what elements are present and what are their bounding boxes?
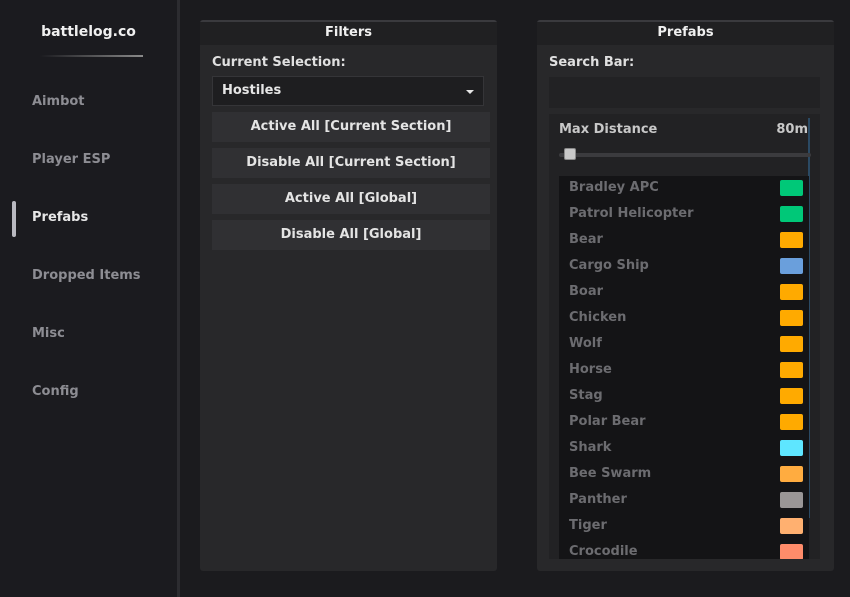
list-item[interactable]: Polar Bear: [559, 410, 809, 436]
color-swatch[interactable]: [780, 518, 803, 534]
brand-underline: [40, 55, 143, 57]
color-swatch[interactable]: [780, 284, 803, 300]
list-item[interactable]: Horse: [559, 358, 809, 384]
color-swatch[interactable]: [780, 258, 803, 274]
search-bar-label: Search Bar:: [549, 55, 635, 70]
sidebar-item-prefabs[interactable]: Prefabs: [32, 210, 172, 225]
filters-panel-title: Filters: [200, 20, 497, 45]
color-swatch[interactable]: [780, 492, 803, 508]
prefab-name: Shark: [569, 440, 612, 455]
prefab-name: Polar Bear: [569, 414, 646, 429]
app-window: battlelog.co Aimbot Player ESP Prefabs D…: [0, 0, 850, 597]
list-item[interactable]: Wolf: [559, 332, 809, 358]
prefab-name: Cargo Ship: [569, 258, 649, 273]
search-input[interactable]: [549, 77, 820, 108]
active-all-current-section-button[interactable]: Active All [Current Section]: [212, 112, 490, 142]
list-item[interactable]: Patrol Helicopter: [559, 202, 809, 228]
color-swatch[interactable]: [780, 180, 803, 196]
prefab-name: Crocodile: [569, 544, 638, 559]
sidebar-item-player-esp[interactable]: Player ESP: [32, 152, 172, 167]
chevron-down-icon: [466, 90, 474, 94]
list-item[interactable]: Crocodile: [559, 540, 809, 559]
color-swatch[interactable]: [780, 388, 803, 404]
slider-handle[interactable]: [564, 148, 576, 160]
sidebar-item-dropped-items[interactable]: Dropped Items: [32, 268, 172, 283]
sidebar-item-misc[interactable]: Misc: [32, 326, 172, 341]
current-selection-value: Hostiles: [222, 83, 282, 98]
list-item[interactable]: Boar: [559, 280, 809, 306]
sidebar: battlelog.co Aimbot Player ESP Prefabs D…: [0, 0, 177, 597]
max-distance-slider[interactable]: [559, 148, 811, 160]
disable-all-global-button[interactable]: Disable All [Global]: [212, 220, 490, 250]
disable-all-current-section-button[interactable]: Disable All [Current Section]: [212, 148, 490, 178]
active-all-global-button[interactable]: Active All [Global]: [212, 184, 490, 214]
prefab-name: Horse: [569, 362, 612, 377]
prefab-name: Patrol Helicopter: [569, 206, 694, 221]
list-item[interactable]: Bradley APC: [559, 176, 809, 202]
prefab-name: Stag: [569, 388, 603, 403]
filters-panel: Filters Current Selection: Hostiles Acti…: [200, 20, 497, 571]
prefab-name: Bee Swarm: [569, 466, 652, 481]
sidebar-item-config[interactable]: Config: [32, 384, 172, 399]
color-swatch[interactable]: [780, 414, 803, 430]
prefabs-panel-title: Prefabs: [537, 20, 834, 45]
color-swatch[interactable]: [780, 544, 803, 559]
brand-logo: battlelog.co: [41, 24, 136, 40]
prefab-name: Panther: [569, 492, 627, 507]
prefab-name: Bear: [569, 232, 603, 247]
sidebar-item-aimbot[interactable]: Aimbot: [32, 94, 172, 109]
max-distance-value: 80m: [776, 122, 808, 137]
prefab-list: Bradley APC Patrol Helicopter Bear Cargo Sh…: [559, 176, 809, 559]
color-swatch[interactable]: [780, 440, 803, 456]
list-item[interactable]: Stag: [559, 384, 809, 410]
active-nav-indicator: [12, 201, 16, 237]
current-selection-dropdown[interactable]: Hostiles: [212, 76, 484, 106]
color-swatch[interactable]: [780, 466, 803, 482]
sidebar-divider: [177, 0, 180, 597]
current-selection-label: Current Selection:: [212, 55, 346, 70]
color-swatch[interactable]: [780, 336, 803, 352]
prefabs-panel: Prefabs Search Bar: Max Distance 80m Bra…: [537, 20, 834, 571]
prefab-name: Wolf: [569, 336, 602, 351]
max-distance-section: Max Distance 80m Bradley APC Patrol Helic…: [549, 114, 820, 559]
color-swatch[interactable]: [780, 362, 803, 378]
prefab-name: Bradley APC: [569, 180, 659, 195]
list-item[interactable]: Shark: [559, 436, 809, 462]
list-item[interactable]: Tiger: [559, 514, 809, 540]
list-item[interactable]: Bee Swarm: [559, 462, 809, 488]
list-item[interactable]: Bear: [559, 228, 809, 254]
list-item[interactable]: Cargo Ship: [559, 254, 809, 280]
prefab-name: Tiger: [569, 518, 607, 533]
color-swatch[interactable]: [780, 232, 803, 248]
list-item[interactable]: Panther: [559, 488, 809, 514]
max-distance-label: Max Distance: [559, 122, 658, 137]
color-swatch[interactable]: [780, 206, 803, 222]
prefab-name: Boar: [569, 284, 604, 299]
color-swatch[interactable]: [780, 310, 803, 326]
list-item[interactable]: Chicken: [559, 306, 809, 332]
prefab-name: Chicken: [569, 310, 627, 325]
